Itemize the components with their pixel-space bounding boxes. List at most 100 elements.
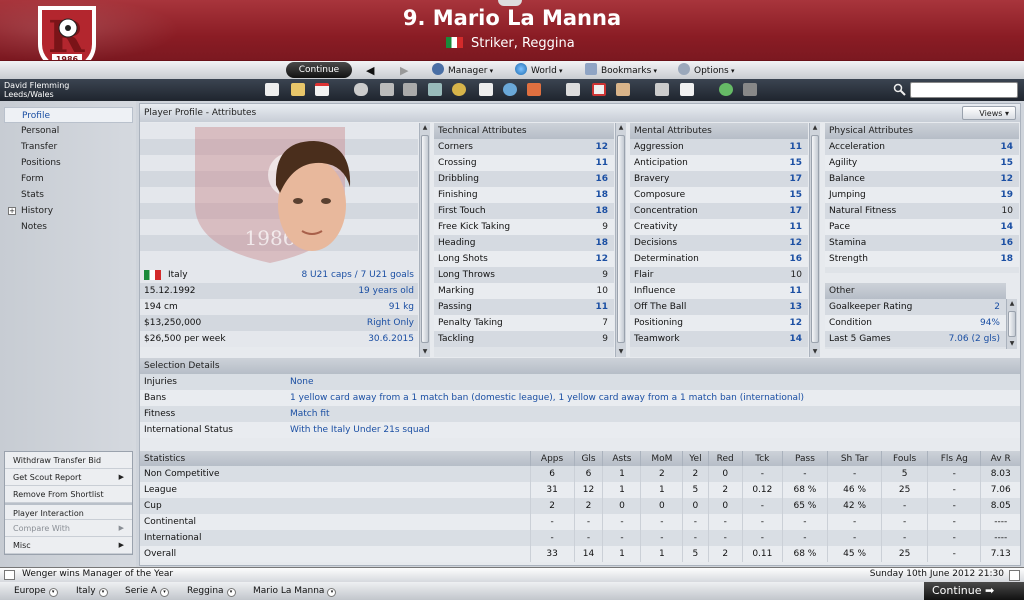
column-header[interactable]: Tck xyxy=(741,451,783,466)
attribute-row: Strength 18 xyxy=(825,251,1019,267)
age: 19 years old xyxy=(358,286,414,296)
column-header[interactable]: Statistics xyxy=(140,451,530,466)
scroll-thumb[interactable] xyxy=(1008,311,1016,337)
manager-info[interactable]: David Flemming Leeds/Wales xyxy=(4,81,69,99)
finances-icon[interactable] xyxy=(452,83,466,96)
sidebar-item-transfer[interactable]: Transfer xyxy=(4,139,133,155)
search-icon[interactable] xyxy=(893,83,906,96)
column-header[interactable]: Fouls xyxy=(881,451,928,466)
report-icon[interactable] xyxy=(680,83,694,96)
scroll-up-icon[interactable]: ▲ xyxy=(616,123,626,133)
sidebar-item-positions[interactable]: Positions xyxy=(4,155,133,171)
scroll-thumb[interactable] xyxy=(617,135,625,343)
settings-icon[interactable] xyxy=(743,83,757,96)
dropdown-icon[interactable]: ▾ xyxy=(327,588,337,597)
squad-icon[interactable] xyxy=(354,83,368,96)
bookmarks-menu[interactable]: Bookmarks xyxy=(585,63,657,78)
fixtures-icon[interactable] xyxy=(479,83,493,96)
breadcrumb-europe[interactable]: Europe ▾ xyxy=(14,584,58,598)
scouting-icon[interactable] xyxy=(428,83,442,96)
chevron-right-icon: ▶ xyxy=(118,524,124,532)
scroll-thumb[interactable] xyxy=(811,135,819,343)
scroll-up-icon[interactable]: ▲ xyxy=(420,123,430,133)
withdraw-transfer-bid-button[interactable]: Withdraw Transfer Bid xyxy=(5,452,132,469)
column-header[interactable]: Red xyxy=(707,451,743,466)
sidebar-item-notes[interactable]: Notes xyxy=(4,219,133,235)
scroll-up-icon[interactable]: ▲ xyxy=(810,123,820,133)
options-menu[interactable]: Options xyxy=(678,63,734,78)
player-interaction-button[interactable]: Player Interaction xyxy=(5,503,132,520)
attribute-row: Concentration 17 xyxy=(630,203,808,219)
search-input[interactable] xyxy=(910,82,1018,98)
calendar-icon[interactable] xyxy=(315,83,329,96)
column-header[interactable]: Sh Tar xyxy=(827,451,882,466)
sidebar-item-stats[interactable]: Stats xyxy=(4,187,133,203)
breadcrumb-serie-a[interactable]: Serie A ▾ xyxy=(125,584,170,598)
continue-button[interactable]: Continue xyxy=(286,62,352,78)
scroll-up-icon[interactable]: ▲ xyxy=(1007,299,1017,309)
column-header[interactable]: MoM xyxy=(640,451,683,466)
notes-icon[interactable] xyxy=(616,83,630,96)
help-icon[interactable] xyxy=(719,83,733,96)
dropdown-icon[interactable]: ▾ xyxy=(98,588,108,597)
breadcrumb-reggina[interactable]: Reggina ▾ xyxy=(187,584,236,598)
scroll-down-icon[interactable]: ▼ xyxy=(420,347,430,357)
sidebar-item-history[interactable]: + History xyxy=(4,203,133,219)
dropdown-icon[interactable]: ▾ xyxy=(48,588,58,597)
home-icon[interactable] xyxy=(265,83,279,96)
staff-search-icon[interactable] xyxy=(655,83,669,96)
sidebar-item-profile[interactable]: Profile xyxy=(4,107,133,123)
column-header[interactable]: Fls Ag xyxy=(927,451,981,466)
dropdown-icon[interactable]: ▾ xyxy=(160,588,170,597)
expand-icon[interactable]: + xyxy=(8,207,16,215)
inbox-icon[interactable] xyxy=(291,83,305,96)
column-header[interactable]: Gls xyxy=(573,451,603,466)
training-icon[interactable] xyxy=(403,83,417,96)
forward-arrow-icon[interactable]: ▶ xyxy=(400,63,408,78)
manager-menu[interactable]: Manager xyxy=(432,63,493,78)
continue-button-bottom[interactable]: Continue ➡ xyxy=(924,582,1024,600)
trophy-icon[interactable] xyxy=(566,83,580,96)
technical-header: Technical Attributes xyxy=(434,123,614,139)
scrollbar[interactable]: ▲ ▼ xyxy=(419,123,430,357)
remove-from-shortlist-button[interactable]: Remove From Shortlist xyxy=(5,486,132,503)
column-header[interactable]: Asts xyxy=(602,451,641,466)
calendar-icon[interactable] xyxy=(1009,570,1020,581)
back-arrow-icon[interactable]: ◀ xyxy=(366,63,374,78)
sidebar-item-label: History xyxy=(21,206,54,216)
get-scout-report-button[interactable]: Get Scout Report ▶ xyxy=(5,469,132,486)
world-menu[interactable]: World xyxy=(515,63,563,78)
sidebar-item-form[interactable]: Form xyxy=(4,171,133,187)
profile-details: Italy 8 U21 caps / 7 U21 goals 15.12.1992… xyxy=(140,267,418,347)
breadcrumb-italy[interactable]: Italy ▾ xyxy=(76,584,108,598)
scrollbar[interactable]: ▲ ▼ xyxy=(1006,299,1017,349)
compare-with-button[interactable]: Compare With ▶ xyxy=(5,520,132,537)
wage: $26,500 per week xyxy=(144,334,226,344)
column-header[interactable]: Av R xyxy=(980,451,1020,466)
scrollbar[interactable]: ▲ ▼ xyxy=(809,123,820,357)
column-header[interactable]: Yel xyxy=(682,451,709,466)
news-icon[interactable] xyxy=(592,83,606,96)
breadcrumb-player[interactable]: Mario La Manna ▾ xyxy=(253,584,337,598)
column-header[interactable]: Apps xyxy=(529,451,575,466)
scroll-down-icon[interactable]: ▼ xyxy=(810,347,820,357)
sidebar-item-personal[interactable]: Personal xyxy=(4,123,133,139)
technical-list: Corners 12 Crossing 11 Dribbling 16 Finishi… xyxy=(434,139,614,347)
scroll-down-icon[interactable]: ▼ xyxy=(1007,339,1017,349)
news-icon[interactable] xyxy=(4,570,15,580)
misc-button[interactable]: Misc ▶ xyxy=(5,537,132,554)
caps-link[interactable]: 8 U21 caps / 7 U21 goals xyxy=(301,267,414,283)
scrollbar[interactable]: ▲ ▼ xyxy=(615,123,626,357)
club-info-icon[interactable] xyxy=(503,83,517,96)
news-ticker[interactable]: Wenger wins Manager of the Year xyxy=(22,569,173,579)
attribute-row: Last 5 Games 7.06 (2 gls) xyxy=(825,331,1006,347)
chevron-right-icon: ▶ xyxy=(118,473,124,481)
column-header[interactable]: Pass xyxy=(781,451,828,466)
views-button[interactable]: Views ▾ xyxy=(962,106,1016,120)
scroll-down-icon[interactable]: ▼ xyxy=(616,347,626,357)
dropdown-icon[interactable]: ▾ xyxy=(226,588,236,597)
transfers-icon[interactable] xyxy=(527,83,541,96)
scroll-thumb[interactable] xyxy=(421,135,429,343)
technical-attributes: Technical Attributes Corners 12 Crossing 1… xyxy=(434,123,614,357)
tactics-icon[interactable] xyxy=(380,83,394,96)
